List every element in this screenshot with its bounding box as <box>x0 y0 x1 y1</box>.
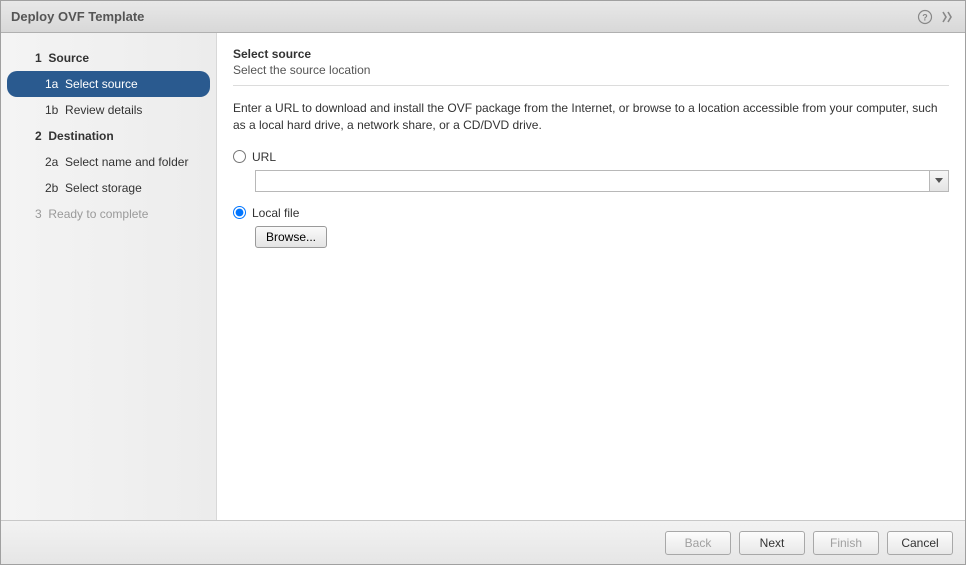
sidebar-step-select-source[interactable]: 1a Select source <box>7 71 210 97</box>
local-file-radio[interactable] <box>233 206 246 219</box>
deploy-ovf-dialog: Deploy OVF Template ? 1 Source 1a <box>0 0 966 565</box>
instruction-text: Enter a URL to download and install the … <box>233 100 949 134</box>
sidebar-step-source[interactable]: 1 Source <box>1 45 216 71</box>
url-radio[interactable] <box>233 150 246 163</box>
page-heading: Select source <box>233 47 949 61</box>
url-dropdown-button[interactable] <box>929 170 949 192</box>
finish-button[interactable]: Finish <box>813 531 879 555</box>
help-icon[interactable]: ? <box>917 9 933 25</box>
titlebar: Deploy OVF Template ? <box>1 1 965 33</box>
cancel-button[interactable]: Cancel <box>887 531 953 555</box>
sidebar-step-select-name-folder[interactable]: 2a Select name and folder <box>1 149 216 175</box>
local-file-radio-label: Local file <box>252 206 299 220</box>
url-radio-row[interactable]: URL <box>233 150 949 164</box>
sidebar-step-review-details[interactable]: 1b Review details <box>1 97 216 123</box>
wizard-sidebar: 1 Source 1a Select source 1b Review deta… <box>1 33 217 520</box>
url-combobox <box>255 170 949 192</box>
main-panel: Select source Select the source location… <box>217 33 965 520</box>
dialog-title: Deploy OVF Template <box>11 9 917 24</box>
expand-icon[interactable] <box>939 9 955 25</box>
local-file-radio-row[interactable]: Local file <box>233 206 949 220</box>
page-subheading: Select the source location <box>233 63 949 77</box>
footer: Back Next Finish Cancel <box>1 520 965 564</box>
url-radio-label: URL <box>252 150 276 164</box>
chevron-down-icon <box>935 178 943 184</box>
sidebar-step-ready-complete: 3 Ready to complete <box>1 201 216 227</box>
next-button[interactable]: Next <box>739 531 805 555</box>
sidebar-step-destination[interactable]: 2 Destination <box>1 123 216 149</box>
back-button[interactable]: Back <box>665 531 731 555</box>
divider <box>233 85 949 86</box>
svg-text:?: ? <box>922 12 928 22</box>
url-input[interactable] <box>255 170 929 192</box>
sidebar-step-select-storage[interactable]: 2b Select storage <box>1 175 216 201</box>
browse-button[interactable]: Browse... <box>255 226 327 248</box>
